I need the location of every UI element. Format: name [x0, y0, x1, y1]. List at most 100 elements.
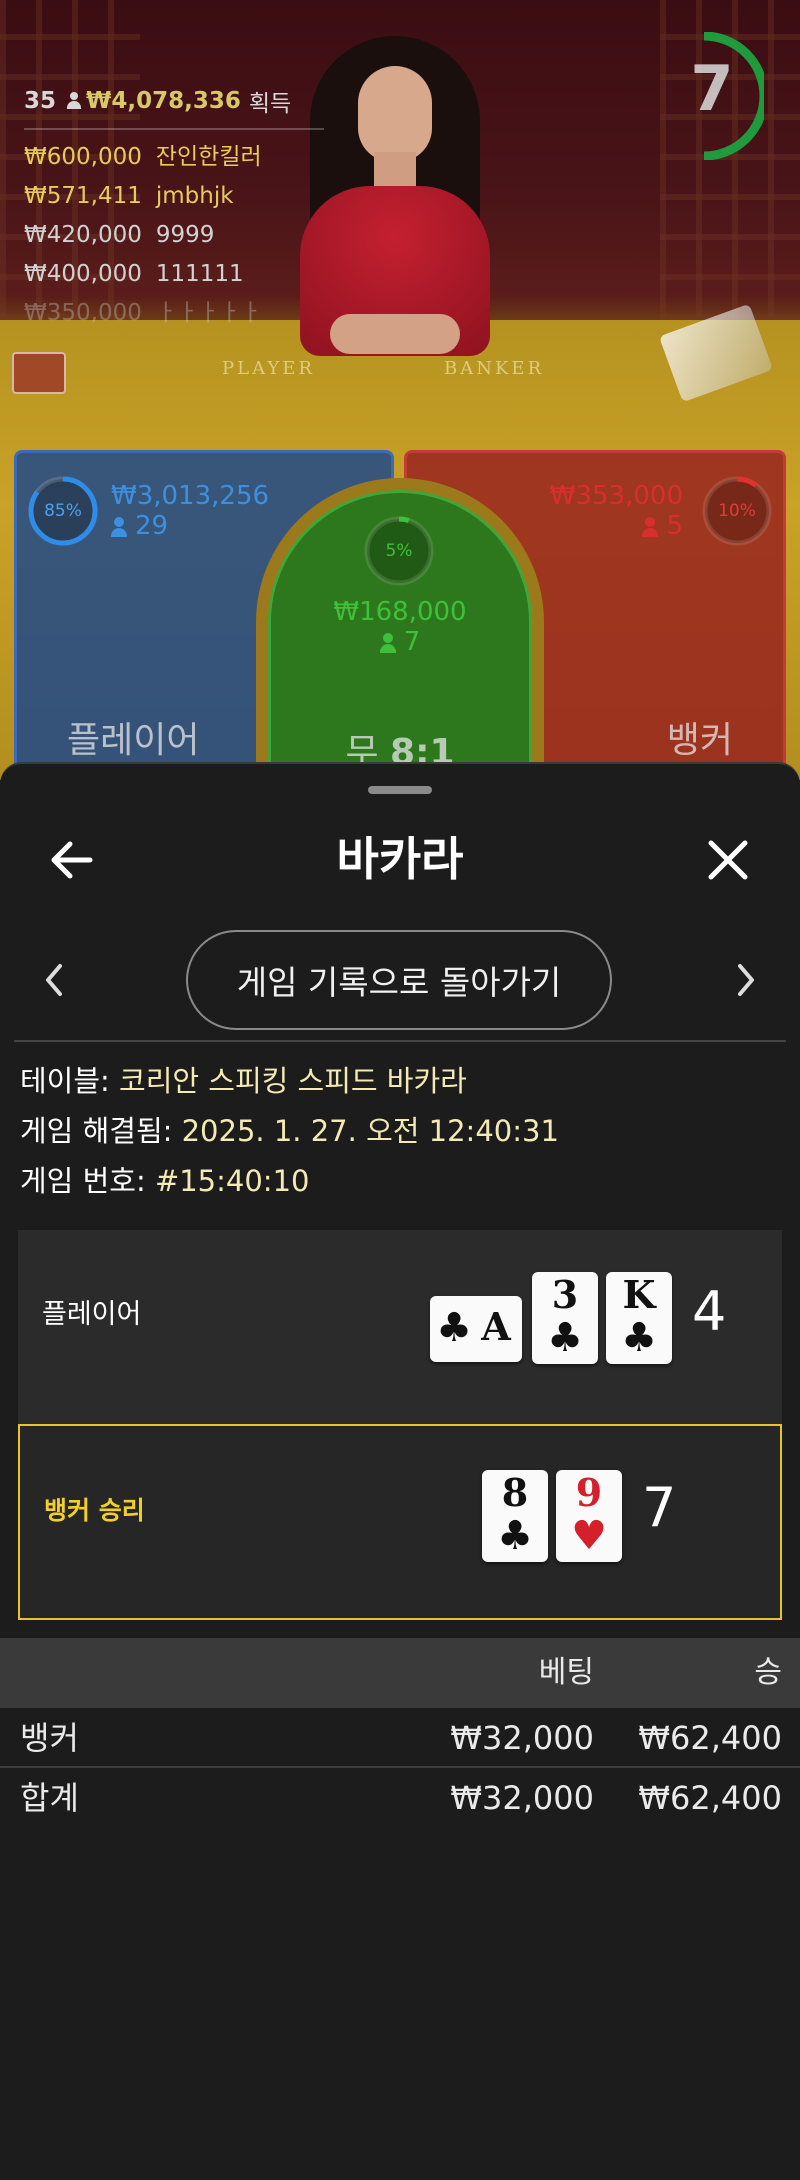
winners-count: 35 [24, 88, 57, 114]
player-percent: 85% [44, 501, 82, 521]
person-icon [642, 516, 659, 537]
banker-hand-label: 뱅커 승리 [44, 1496, 145, 1525]
tie-bet-area[interactable]: 5% ₩168,000 7 무 8:1 [256, 478, 544, 780]
card-rank: 3 [551, 1272, 579, 1317]
playing-card: 3 ♣ [532, 1272, 598, 1364]
winners-label: 획득 [248, 91, 292, 117]
countdown-timer: 7 [672, 32, 764, 160]
player-hand-label: 플레이어 [42, 1299, 142, 1330]
live-video-stage: PLAYER BANKER 7 35 ₩4,078,336 획득 ₩600,00… [0, 0, 800, 780]
person-icon [379, 632, 396, 653]
banker-hand: 뱅커 승리 8 ♣ 9 ♥ 7 [18, 1424, 782, 1620]
tie-pot-amount: ₩168,000 [333, 597, 467, 627]
arrow-left-icon [51, 841, 93, 879]
player-zone-label: 플레이어 [67, 720, 200, 761]
club-icon: ♣ [547, 1314, 583, 1361]
person-icon [111, 516, 127, 537]
winner-row: ₩571,411 jmbhjk [24, 177, 324, 216]
meta-resolved: 게임 해결됨: 2025. 1. 27. 오전 12:40:31 [20, 1106, 780, 1156]
meta-number: 게임 번호: #15:40:10 [20, 1156, 780, 1206]
banker-percent: 10% [718, 501, 756, 521]
banker-score: 7 [642, 1476, 677, 1539]
row-win: ₩62,400 [638, 1719, 782, 1757]
card-rank: K [622, 1272, 656, 1317]
winner-row: ₩400,000 111111 [24, 255, 324, 294]
card-rank: A [481, 1304, 511, 1349]
winner-amount: ₩571,411 [24, 183, 142, 209]
table-row: 뱅커 ₩32,000 ₩62,400 [0, 1708, 800, 1768]
player-hand: 플레이어 A ♣ 3 ♣ K ♣ 4 [18, 1230, 782, 1426]
discard-tray [12, 352, 66, 394]
row-bet: ₩32,000 [450, 1719, 594, 1757]
header-win: 승 [754, 1655, 782, 1690]
sheet-header: 바카라 [0, 814, 800, 904]
divider [14, 1040, 786, 1042]
meta-table: 테이블: 코리안 스피킹 스피드 바카라 [20, 1056, 780, 1106]
banker-zone-label: 뱅커 [666, 720, 733, 761]
tie-bet-inner: 5% ₩168,000 7 무 8:1 [268, 490, 532, 780]
banker-pot-amount: ₩353,000 [549, 481, 683, 511]
player-pot: ₩3,013,256 29 [111, 481, 269, 541]
heart-icon: ♥ [571, 1512, 607, 1559]
winner-row: ₩600,000 잔인한킬러 [24, 138, 324, 177]
close-button[interactable] [700, 832, 756, 888]
winner-user: 잔인한킬러 [155, 144, 262, 170]
sheet-title: 바카라 [336, 832, 464, 886]
tie-pot: ₩168,000 7 [271, 597, 529, 657]
chevron-left-icon [46, 964, 62, 996]
row-label: 합계 [20, 1779, 79, 1817]
club-icon: ♣ [621, 1314, 657, 1361]
club-icon: ♣ [436, 1304, 472, 1351]
back-button[interactable] [44, 832, 100, 888]
table-header: 베팅 승 [0, 1638, 800, 1708]
winner-user: 111111 [155, 261, 244, 287]
playing-card: K ♣ [606, 1272, 672, 1364]
playing-card: 8 ♣ [482, 1470, 548, 1562]
winner-amount: ₩400,000 [24, 261, 142, 287]
club-icon: ♣ [497, 1512, 533, 1559]
winner-user: ㅏㅏㅏㅏㅏ [155, 300, 262, 326]
card-rank: 8 [501, 1470, 529, 1515]
winners-summary: 35 ₩4,078,336 획득 [24, 84, 324, 130]
banker-pot: ₩353,000 5 [550, 481, 683, 541]
meta-resolved-value: 2025. 1. 27. 오전 12:40:31 [181, 1114, 559, 1148]
meta-number-value: #15:40:10 [154, 1164, 310, 1198]
card-rank: 9 [575, 1470, 603, 1515]
winner-user: jmbhjk [155, 183, 234, 209]
tie-percent: 5% [385, 541, 413, 561]
winner-user: 9999 [155, 222, 215, 248]
playing-card: 9 ♥ [556, 1470, 622, 1562]
person-icon [66, 92, 82, 110]
winner-amount: ₩420,000 [24, 222, 142, 248]
meta-number-key: 게임 번호: [20, 1164, 146, 1198]
game-detail-sheet: 바카라 게임 기록으로 돌아가기 테이블: 코리안 스피킹 스피드 바카라 게임… [0, 762, 800, 2180]
player-score: 4 [692, 1280, 727, 1343]
timer-value: 7 [690, 52, 734, 125]
next-game-button[interactable] [726, 958, 766, 1002]
tie-percent-ring: 5% [363, 515, 435, 587]
meta-table-key: 테이블: [20, 1064, 110, 1098]
sheet-drag-handle[interactable] [368, 786, 432, 794]
winner-row: ₩420,000 9999 [24, 216, 324, 255]
close-icon [708, 840, 748, 880]
previous-game-button[interactable] [34, 958, 74, 1002]
back-to-history-button[interactable]: 게임 기록으로 돌아가기 [186, 930, 612, 1030]
chevron-right-icon [738, 964, 754, 996]
game-meta: 테이블: 코리안 스피킹 스피드 바카라 게임 해결됨: 2025. 1. 27… [20, 1056, 780, 1206]
player-percent-ring: 85% [27, 475, 99, 547]
winners-list: 35 ₩4,078,336 획득 ₩600,000 잔인한킬러 ₩571,411 j… [24, 84, 324, 333]
meta-table-value: 코리안 스피킹 스피드 바카라 [119, 1064, 467, 1098]
row-bet: ₩32,000 [450, 1779, 594, 1817]
winner-amount: ₩600,000 [24, 144, 142, 170]
winner-row: ₩350,000 ㅏㅏㅏㅏㅏ [24, 294, 324, 333]
playing-card: A ♣ [430, 1296, 522, 1362]
winner-amount: ₩350,000 [24, 300, 142, 326]
winners-total: ₩4,078,336 [86, 88, 241, 114]
tie-pot-count: 7 [403, 627, 421, 657]
player-pot-amount: ₩3,013,256 [111, 481, 270, 511]
banker-percent-ring: 10% [701, 475, 773, 547]
table-row-total: 합계 ₩32,000 ₩62,400 [0, 1768, 800, 1828]
row-label: 뱅커 [20, 1719, 79, 1757]
header-bet: 베팅 [538, 1655, 594, 1690]
meta-resolved-key: 게임 해결됨: [20, 1114, 173, 1148]
